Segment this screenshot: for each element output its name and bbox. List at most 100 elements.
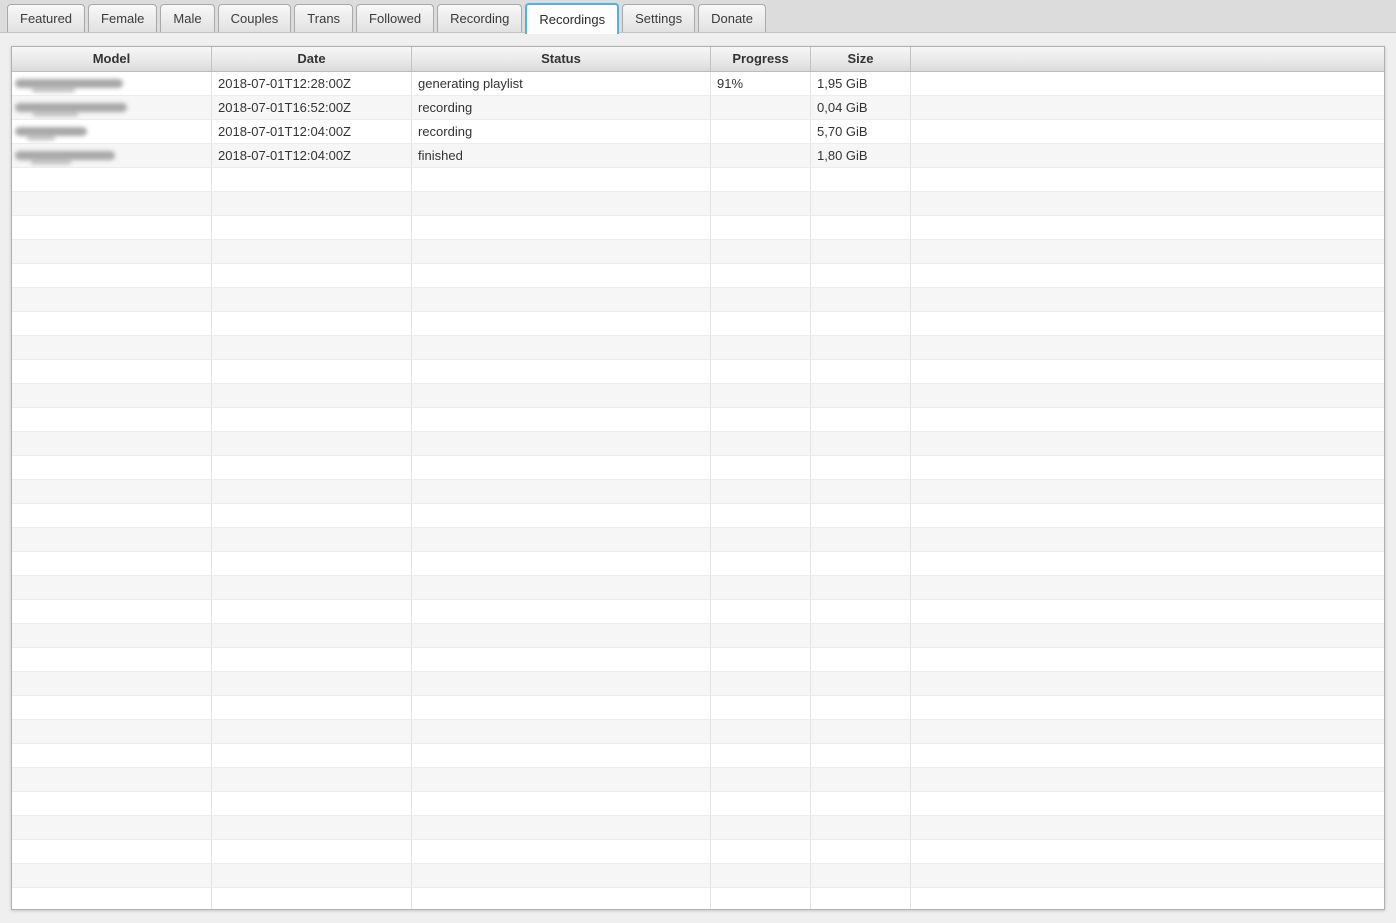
table-row-empty[interactable] <box>12 648 1384 672</box>
table-row-empty[interactable] <box>12 408 1384 432</box>
table-row-empty[interactable] <box>12 792 1384 816</box>
column-header-progress[interactable]: Progress <box>711 47 811 71</box>
table-row-empty[interactable] <box>12 864 1384 888</box>
cell-status <box>412 168 711 191</box>
table-row-empty[interactable] <box>12 216 1384 240</box>
cell-progress <box>711 240 811 263</box>
table-row-empty[interactable] <box>12 720 1384 744</box>
cell-status <box>412 240 711 263</box>
cell-size <box>811 840 911 863</box>
table-row-empty[interactable] <box>12 888 1384 909</box>
table-row-empty[interactable] <box>12 576 1384 600</box>
tab-donate[interactable]: Donate <box>698 4 767 32</box>
table-row-empty[interactable] <box>12 504 1384 528</box>
tab-bar: Featured Female Male Couples Trans Followed Re… <box>0 0 1396 34</box>
table-row-empty[interactable] <box>12 384 1384 408</box>
cell-size <box>811 192 911 215</box>
cell-progress <box>711 600 811 623</box>
cell-date <box>212 456 412 479</box>
cell-status <box>412 576 711 599</box>
cell-model <box>12 264 212 287</box>
cell-progress <box>711 288 811 311</box>
table-row-empty[interactable] <box>12 312 1384 336</box>
table-row-empty[interactable] <box>12 360 1384 384</box>
cell-model <box>12 168 212 191</box>
table-row-empty[interactable] <box>12 552 1384 576</box>
table-row-empty[interactable] <box>12 816 1384 840</box>
table-row-empty[interactable] <box>12 672 1384 696</box>
cell-date <box>212 672 412 695</box>
cell-date <box>212 216 412 239</box>
cell-status <box>412 888 711 909</box>
tab-settings[interactable]: Settings <box>622 4 696 32</box>
cell-progress <box>711 456 811 479</box>
column-header-extra[interactable] <box>911 47 1384 71</box>
cell-size: 1,95 GiB <box>811 72 911 95</box>
cell-date <box>212 312 412 335</box>
cell-progress <box>711 864 811 887</box>
cell-extra <box>911 600 1384 623</box>
table-row-empty[interactable] <box>12 336 1384 360</box>
cell-date <box>212 792 412 815</box>
column-header-model[interactable]: Model <box>12 47 212 71</box>
table-row[interactable]: 2018-07-01T12:04:00Z finished 1,80 GiB <box>12 144 1384 168</box>
table-row-empty[interactable] <box>12 696 1384 720</box>
table-row-empty[interactable] <box>12 240 1384 264</box>
table-row-empty[interactable] <box>12 288 1384 312</box>
table-row-empty[interactable] <box>12 624 1384 648</box>
cell-size <box>811 240 911 263</box>
tab-followed[interactable]: Followed <box>356 4 435 32</box>
cell-date <box>212 720 412 743</box>
cell-model <box>12 96 212 119</box>
tab-featured[interactable]: Featured <box>7 4 86 32</box>
cell-status <box>412 840 711 863</box>
cell-size: 1,80 GiB <box>811 144 911 167</box>
cell-model <box>12 480 212 503</box>
cell-extra <box>911 888 1384 909</box>
tab-recordings[interactable]: Recordings <box>525 3 620 34</box>
cell-progress <box>711 144 811 167</box>
table-row-empty[interactable] <box>12 744 1384 768</box>
cell-status <box>412 624 711 647</box>
table-row-empty[interactable] <box>12 528 1384 552</box>
cell-status: finished <box>412 144 711 167</box>
cell-extra <box>911 744 1384 767</box>
cell-progress <box>711 432 811 455</box>
cell-size <box>811 408 911 431</box>
table-row-empty[interactable] <box>12 456 1384 480</box>
cell-status <box>412 192 711 215</box>
cell-extra <box>911 816 1384 839</box>
table-row[interactable]: 2018-07-01T12:04:00Z recording 5,70 GiB <box>12 120 1384 144</box>
cell-progress <box>711 384 811 407</box>
column-header-size[interactable]: Size <box>811 47 911 71</box>
table-row-empty[interactable] <box>12 432 1384 456</box>
cell-extra <box>911 648 1384 671</box>
cell-progress <box>711 528 811 551</box>
table-row-empty[interactable] <box>12 264 1384 288</box>
table-row-empty[interactable] <box>12 600 1384 624</box>
table-row-empty[interactable] <box>12 480 1384 504</box>
cell-model <box>12 576 212 599</box>
table-row-empty[interactable] <box>12 840 1384 864</box>
table-row-empty[interactable] <box>12 192 1384 216</box>
cell-progress <box>711 840 811 863</box>
table-row[interactable]: 2018-07-01T16:52:00Z recording 0,04 GiB <box>12 96 1384 120</box>
column-header-status[interactable]: Status <box>412 47 711 71</box>
tab-female[interactable]: Female <box>88 4 158 32</box>
cell-size <box>811 792 911 815</box>
cell-progress <box>711 312 811 335</box>
table-row[interactable]: 2018-07-01T12:28:00Z generating playlist 9… <box>12 72 1384 96</box>
tab-trans[interactable]: Trans <box>294 4 354 32</box>
tab-recording[interactable]: Recording <box>437 4 523 32</box>
tab-male[interactable]: Male <box>160 4 215 32</box>
cell-size <box>811 672 911 695</box>
column-header-date[interactable]: Date <box>212 47 412 71</box>
cell-date <box>212 360 412 383</box>
table-row-empty[interactable] <box>12 768 1384 792</box>
cell-progress <box>711 672 811 695</box>
table-row-empty[interactable] <box>12 168 1384 192</box>
cell-model <box>12 504 212 527</box>
cell-size <box>811 504 911 527</box>
cell-model <box>12 624 212 647</box>
tab-couples[interactable]: Couples <box>217 4 292 32</box>
